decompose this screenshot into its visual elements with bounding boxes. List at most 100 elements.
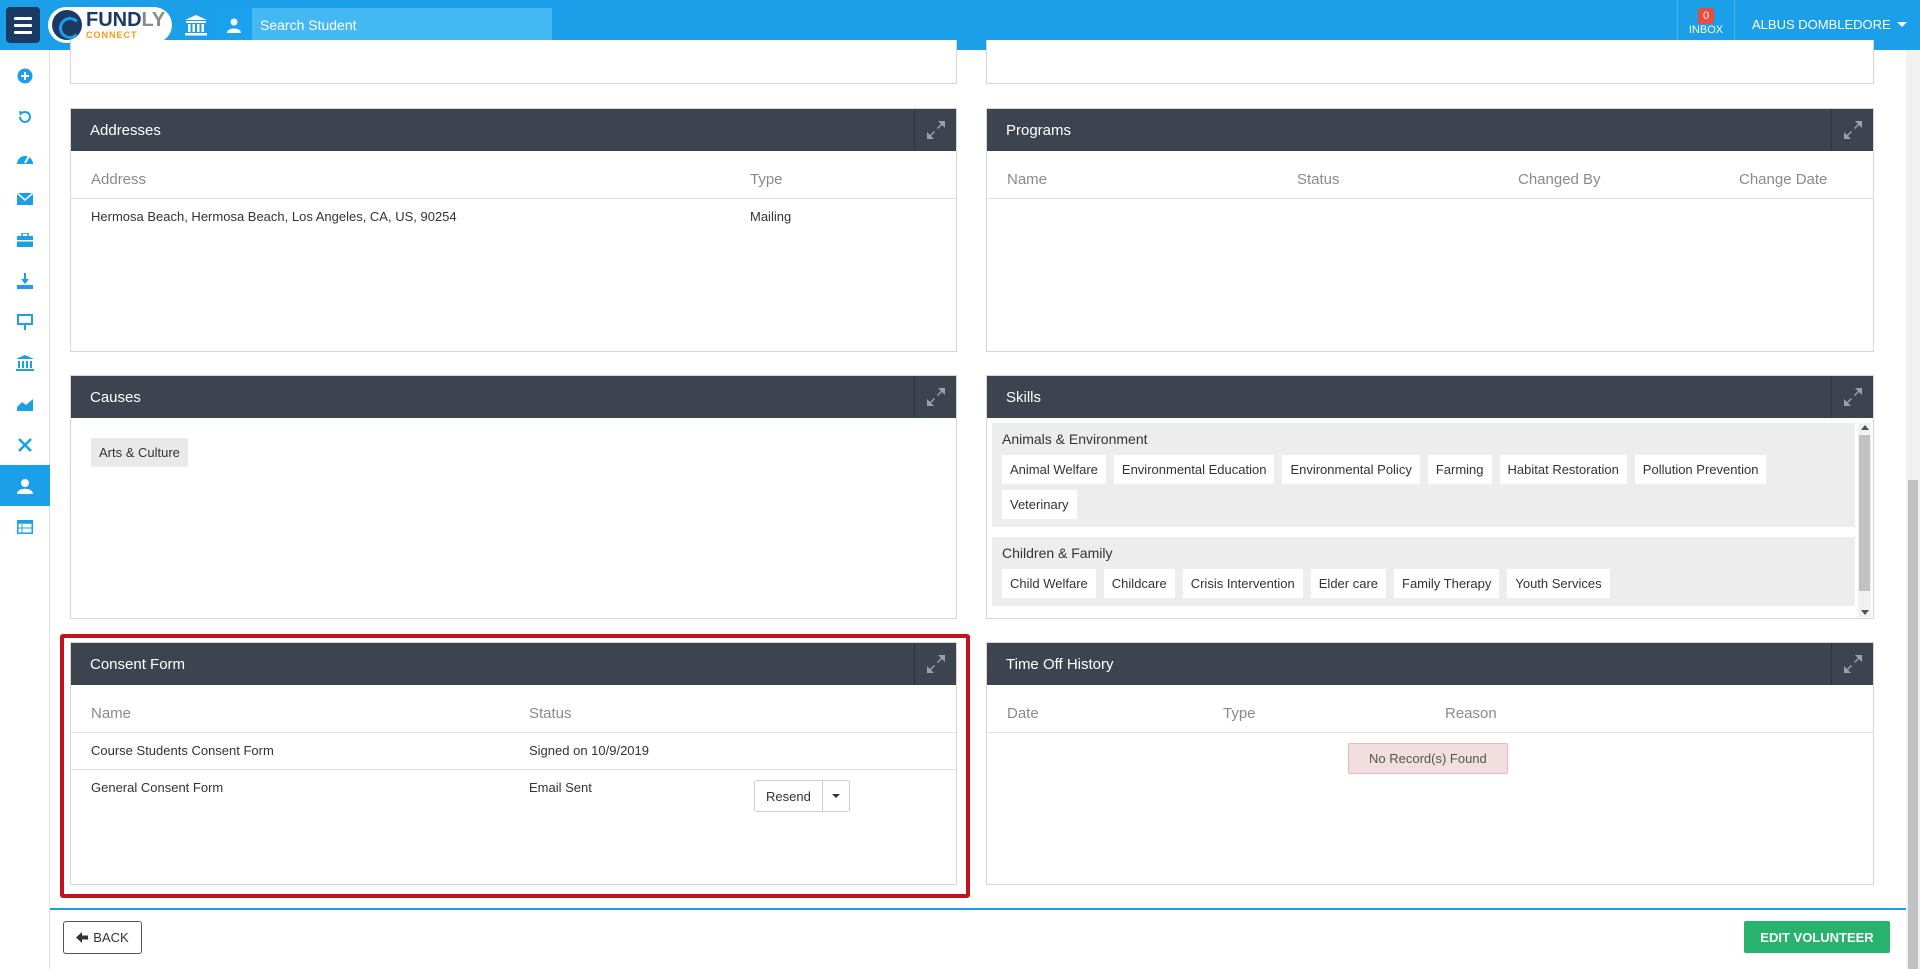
panel-title: Time Off History xyxy=(1006,655,1114,673)
column-header: Status xyxy=(1297,171,1340,188)
no-records-message: No Record(s) Found xyxy=(1348,743,1508,774)
programs-header: Programs xyxy=(987,109,1873,151)
panel-title: Skills xyxy=(1006,388,1042,406)
inbox-count-badge: 0 xyxy=(1698,8,1714,24)
scroll-thumb[interactable] xyxy=(1908,480,1918,969)
logo-main-text: FUND xyxy=(86,9,142,31)
menu-line xyxy=(14,30,32,34)
presentation-icon xyxy=(17,313,33,330)
sidebar-item-volunteers[interactable] xyxy=(0,465,50,506)
expand-button[interactable] xyxy=(914,109,956,151)
column-header: Address xyxy=(91,171,147,188)
skill-tag: Elder care xyxy=(1310,569,1387,598)
column-header: Date xyxy=(1007,705,1039,722)
table-row: Hermosa Beach, Hermosa Beach, Los Angele… xyxy=(71,199,956,236)
inbox-label: INBOX xyxy=(1688,24,1724,36)
search-input[interactable] xyxy=(252,17,542,33)
sidebar-item-tools[interactable] xyxy=(0,424,50,465)
history-icon xyxy=(19,110,31,123)
skill-tag: Family Therapy xyxy=(1394,569,1500,598)
sidebar-item-institution[interactable] xyxy=(0,342,50,383)
scroll-thumb[interactable] xyxy=(1859,435,1870,591)
skill-tag: Childcare xyxy=(1103,569,1175,598)
scroll-down-icon[interactable] xyxy=(1861,610,1869,615)
column-header: Changed By xyxy=(1518,171,1601,188)
panel-title: Causes xyxy=(90,388,141,406)
fundly-connect-logo[interactable]: FUNDLY CONNECT xyxy=(48,7,172,43)
sidebar-item-messages[interactable] xyxy=(0,178,50,219)
table-header: Date Type Reason xyxy=(987,685,1873,733)
download-icon xyxy=(17,272,33,289)
address-cell: Hermosa Beach, Hermosa Beach, Los Angele… xyxy=(91,209,457,224)
hamburger-menu-button[interactable] xyxy=(6,7,40,43)
column-header: Type xyxy=(750,171,783,188)
previous-panel-left xyxy=(70,40,957,84)
panel-title: Addresses xyxy=(90,121,161,139)
scroll-up-icon[interactable] xyxy=(1861,425,1869,430)
column-header: Type xyxy=(1223,705,1256,722)
expand-button[interactable] xyxy=(1831,109,1873,151)
back-label: BACK xyxy=(93,930,129,945)
skill-group-title: Children & Family xyxy=(1002,545,1113,561)
user-menu[interactable]: ALBUS DOMBLEDORE xyxy=(1752,17,1907,32)
logo-sub-text: CONNECT xyxy=(86,30,138,40)
logo-wordmark: FUNDLY xyxy=(86,10,165,30)
addresses-header: Addresses xyxy=(71,109,956,151)
skill-tag: Veterinary xyxy=(1002,490,1077,519)
user-name: ALBUS DOMBLEDORE xyxy=(1752,17,1891,32)
chart-icon xyxy=(17,398,33,411)
sidebar-item-history[interactable] xyxy=(0,96,50,137)
expand-icon xyxy=(1843,121,1862,139)
plus-circle-icon xyxy=(17,68,33,83)
arrow-left-icon xyxy=(76,932,89,943)
skill-group: Children & Family Child Welfare Childcare… xyxy=(992,537,1855,606)
expand-button[interactable] xyxy=(914,376,956,418)
skill-tag: Habitat Restoration xyxy=(1499,455,1627,484)
sidebar-item-presentation[interactable] xyxy=(0,301,50,342)
left-sidebar xyxy=(0,50,50,969)
skills-header: Skills xyxy=(987,376,1873,418)
type-cell: Mailing xyxy=(750,209,792,224)
sidebar-item-dashboard[interactable] xyxy=(0,137,50,178)
logo-main-suffix: LY xyxy=(141,9,166,31)
edit-volunteer-button[interactable]: EDIT VOLUNTEER xyxy=(1744,921,1890,953)
expand-icon xyxy=(1843,388,1862,406)
previous-panel-right xyxy=(986,40,1874,84)
skill-group-title: Animals & Environment xyxy=(1002,431,1148,447)
skill-tag: Animal Welfare xyxy=(1002,455,1106,484)
expand-icon xyxy=(1843,655,1862,673)
panel-title: Programs xyxy=(1006,121,1072,139)
person-icon xyxy=(216,8,252,42)
user-icon xyxy=(17,478,33,494)
expand-button[interactable] xyxy=(1831,643,1873,685)
page-scrollbar[interactable] xyxy=(1906,50,1920,969)
time-off-history-panel: Time Off History Date Type Reason No Rec… xyxy=(986,642,1874,885)
addresses-panel: Addresses Address Type Hermosa Beach, He… xyxy=(70,108,957,352)
skills-list[interactable]: Animals & Environment Animal Welfare Envi… xyxy=(987,418,1873,618)
sidebar-item-add[interactable] xyxy=(0,55,50,96)
expand-button[interactable] xyxy=(1831,376,1873,418)
sidebar-item-table[interactable] xyxy=(0,506,50,547)
institution-icon xyxy=(16,354,34,371)
back-button[interactable]: BACK xyxy=(63,921,142,954)
programs-panel: Programs Name Status Changed By Change D… xyxy=(986,108,1874,352)
sidebar-item-download[interactable] xyxy=(0,260,50,301)
skills-scrollbar[interactable] xyxy=(1858,423,1871,617)
causes-panel: Causes Arts & Culture xyxy=(70,375,957,619)
skill-group: Animals & Environment Animal Welfare Envi… xyxy=(992,423,1855,527)
briefcase-icon xyxy=(17,232,33,247)
sidebar-item-jobs[interactable] xyxy=(0,219,50,260)
column-header: Name xyxy=(1007,171,1048,188)
student-search xyxy=(216,8,552,42)
column-header: Change Date xyxy=(1739,171,1828,188)
institution-icon[interactable] xyxy=(184,14,208,36)
sidebar-item-reports[interactable] xyxy=(0,383,50,424)
skill-tag: Crisis Intervention xyxy=(1182,569,1303,598)
skill-tag: Pollution Prevention xyxy=(1634,455,1767,484)
skill-tag: Environmental Education xyxy=(1113,455,1275,484)
causes-header: Causes xyxy=(71,376,956,418)
tools-icon xyxy=(18,437,32,452)
skill-tag: Child Welfare xyxy=(1002,569,1096,598)
skill-tag: Youth Services xyxy=(1507,569,1610,598)
logo-mark-icon xyxy=(52,10,82,40)
